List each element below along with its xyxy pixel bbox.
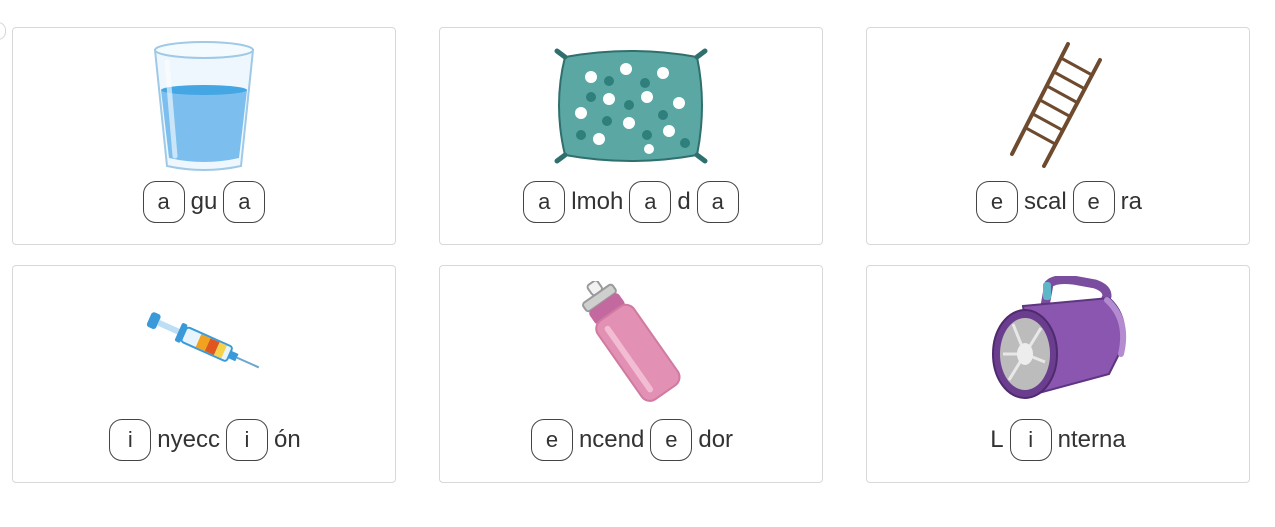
- word-card: i nyecc i ón: [12, 265, 396, 483]
- ladder-icon: [867, 36, 1249, 174]
- letter-slot[interactable]: e: [530, 419, 573, 461]
- side-panel-tab[interactable]: [0, 22, 6, 40]
- letter-slot[interactable]: a: [142, 181, 185, 223]
- word-puzzle: L i nterna: [867, 418, 1249, 462]
- word-fragment: ón: [274, 426, 301, 453]
- word-fragment: nterna: [1057, 426, 1126, 453]
- letter-slot[interactable]: a: [223, 181, 266, 223]
- word-puzzle: e ncend e dor: [440, 418, 822, 462]
- letter-slot[interactable]: i: [226, 419, 268, 461]
- word-fragment: d: [677, 188, 691, 215]
- letter-slot[interactable]: a: [523, 181, 566, 223]
- letter-slot[interactable]: e: [1072, 181, 1115, 223]
- word-fragment: lmoh: [571, 188, 624, 215]
- word-puzzle: e scal e ra: [867, 180, 1249, 224]
- pillow-icon: [440, 36, 822, 174]
- word-puzzle: i nyecc i ón: [13, 418, 395, 462]
- letter-slot[interactable]: e: [650, 419, 693, 461]
- letter-slot[interactable]: a: [629, 181, 672, 223]
- word-fragment: nyecc: [157, 426, 220, 453]
- flashlight-icon: [867, 274, 1249, 412]
- word-fragment: scal: [1023, 188, 1067, 215]
- word-card: e scal e ra: [866, 27, 1250, 245]
- word-fragment: gu: [190, 188, 218, 215]
- word-fragment: dor: [698, 426, 734, 453]
- water-glass-icon: [13, 36, 395, 174]
- word-card: a lmoh a d a: [439, 27, 823, 245]
- word-card: e ncend e dor: [439, 265, 823, 483]
- word-card: L i nterna: [866, 265, 1250, 483]
- letter-slot[interactable]: i: [1009, 419, 1052, 461]
- word-fragment: ra: [1120, 188, 1143, 215]
- word-card-grid: a gu a a lmoh a d a e scal e ra i nyecc …: [12, 27, 1250, 483]
- letter-slot[interactable]: e: [975, 181, 1018, 223]
- word-puzzle: a gu a: [13, 180, 395, 224]
- word-card: a gu a: [12, 27, 396, 245]
- syringe-icon: [13, 274, 395, 412]
- word-fragment: ncend: [578, 426, 645, 453]
- letter-slot[interactable]: i: [109, 419, 152, 461]
- word-fragment: L: [990, 426, 1004, 453]
- letter-slot[interactable]: a: [696, 181, 739, 223]
- lighter-icon: [440, 274, 822, 412]
- word-puzzle: a lmoh a d a: [440, 180, 822, 224]
